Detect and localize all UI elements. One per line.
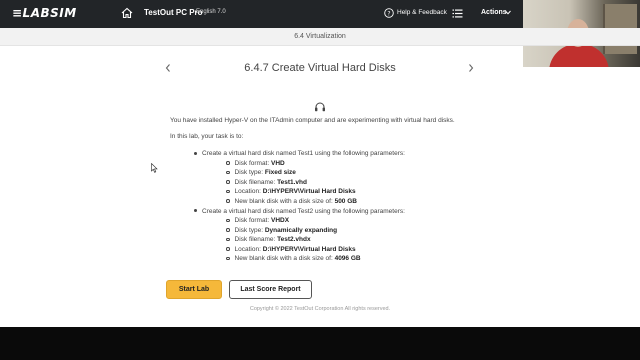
last-score-report-button[interactable]: Last Score Report xyxy=(229,280,312,299)
lesson-title: 6.4.7 Create Virtual Hard Disks xyxy=(244,62,396,74)
labsim-logo[interactable]: ≡LABSIM xyxy=(12,6,77,20)
bottom-letterbox xyxy=(0,327,640,360)
task-param: Disk filename: Test2.vhdx xyxy=(226,236,311,243)
task-item: Create a virtual hard disk named Test1 u… xyxy=(194,150,405,157)
help-feedback-link[interactable]: Help & Feedback xyxy=(397,9,447,16)
task-param: Disk format: VHDX xyxy=(226,217,289,224)
task-param: Disk type: Fixed size xyxy=(226,169,296,176)
task-item: Create a virtual hard disk named Test2 u… xyxy=(194,208,405,215)
actions-menu[interactable]: Actions xyxy=(481,9,507,16)
mouse-cursor-icon xyxy=(151,163,158,173)
chevron-down-icon[interactable] xyxy=(505,10,511,15)
task-param: Location: D:\HYPERV\Virtual Hard Disks xyxy=(226,188,356,195)
help-icon[interactable]: ? xyxy=(384,8,394,18)
copyright-notice: Copyright © 2022 TestOut Corporation All… xyxy=(249,306,391,312)
task-param: New blank disk with a disk size of: 4096… xyxy=(226,255,361,262)
chevron-left-icon[interactable] xyxy=(164,63,172,73)
task-param: New blank disk with a disk size of: 500 … xyxy=(226,198,357,205)
svg-text:?: ? xyxy=(387,10,390,17)
task-param: Disk format: VHD xyxy=(226,160,285,167)
task-param: Location: D:\HYPERV\Virtual Hard Disks xyxy=(226,246,356,253)
task-param: Disk type: Dynamically expanding xyxy=(226,227,337,234)
list-icon[interactable] xyxy=(452,8,463,19)
app-language: English 7.0 xyxy=(196,9,226,15)
section-title: 6.4 Virtualization xyxy=(0,28,640,46)
task-intro: In this lab, your task is to: xyxy=(170,133,244,140)
task-param: Disk filename: Test1.vhd xyxy=(226,179,307,186)
home-icon[interactable] xyxy=(121,7,133,19)
lesson-intro: You have installed Hyper-V on the ITAdmi… xyxy=(170,117,455,124)
chevron-right-icon[interactable] xyxy=(467,63,475,73)
app-title: TestOut PC Pro xyxy=(144,8,203,17)
start-lab-button[interactable]: Start Lab xyxy=(166,280,222,299)
headphones-icon[interactable] xyxy=(314,101,326,112)
